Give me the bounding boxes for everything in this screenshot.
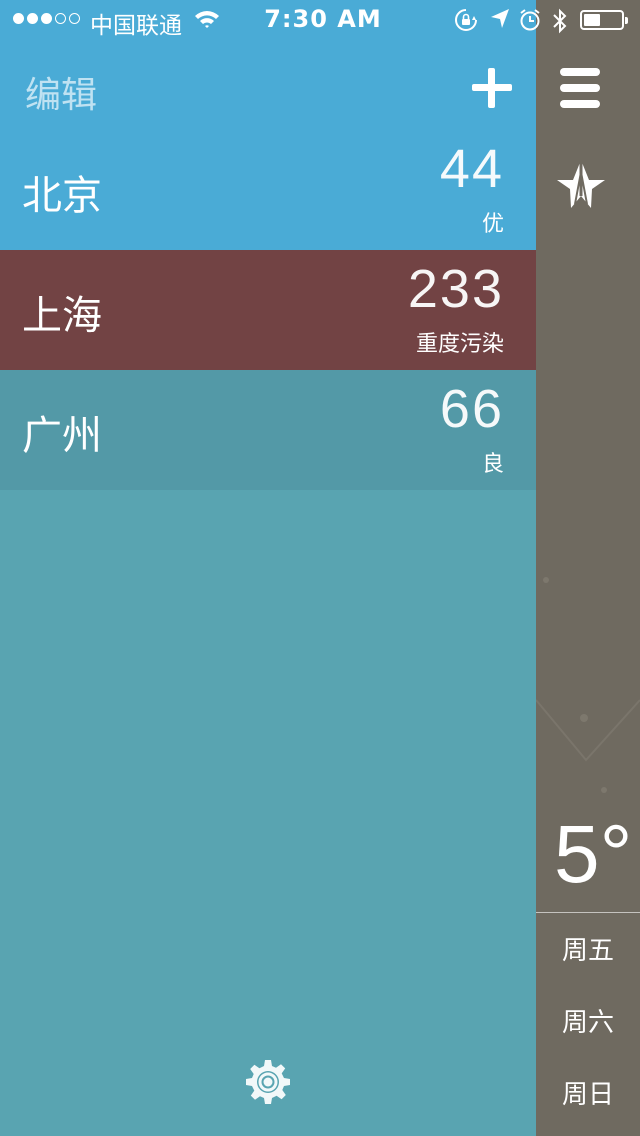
aqi-value: 66 — [439, 379, 504, 439]
aqi-level: 优 — [481, 212, 504, 237]
city-name: 上海 — [22, 293, 102, 339]
aqi-value: 233 — [407, 259, 504, 319]
gear-icon — [246, 1060, 290, 1104]
forecast-day[interactable]: 周日 — [536, 1074, 640, 1111]
current-temperature: 5° — [554, 809, 633, 900]
status-time: 7:30 AM — [264, 5, 382, 33]
city-drawer: 编辑 北京 44 优 上海 233 重度污染 广州 66 良 — [0, 0, 536, 1136]
city-name: 广州 — [22, 413, 102, 459]
rotation-lock-icon — [454, 8, 478, 36]
location-arrow-icon — [557, 160, 605, 208]
weather-panel: 5° 周五 周六 周日 — [536, 0, 640, 1136]
menu-button[interactable] — [560, 68, 600, 108]
location-services-icon — [490, 8, 510, 34]
location-button[interactable] — [555, 158, 607, 210]
aqi-level: 重度污染 — [415, 332, 504, 357]
divider — [536, 912, 640, 913]
forecast-day[interactable]: 周五 — [536, 930, 640, 967]
alarm-icon — [519, 8, 541, 36]
edit-button[interactable]: 编辑 — [25, 66, 97, 118]
battery-icon — [580, 10, 628, 30]
add-city-button[interactable] — [470, 66, 514, 110]
forecast-day[interactable]: 周六 — [536, 1002, 640, 1039]
app-screen: 编辑 北京 44 优 上海 233 重度污染 广州 66 良 5° 周五 周六 … — [0, 0, 640, 1136]
status-bar: 中国联通 7:30 AM — [0, 0, 640, 40]
city-row-guangzhou[interactable]: 广州 66 良 — [0, 370, 536, 490]
city-row-shanghai[interactable]: 上海 233 重度污染 — [0, 250, 536, 370]
aqi-level: 良 — [481, 452, 504, 477]
city-row-beijing[interactable]: 北京 44 优 — [0, 130, 536, 250]
bluetooth-icon — [552, 8, 568, 38]
city-name: 北京 — [22, 173, 102, 219]
settings-button[interactable] — [244, 1058, 292, 1106]
hamburger-icon — [560, 68, 600, 76]
aqi-value: 44 — [439, 139, 504, 199]
